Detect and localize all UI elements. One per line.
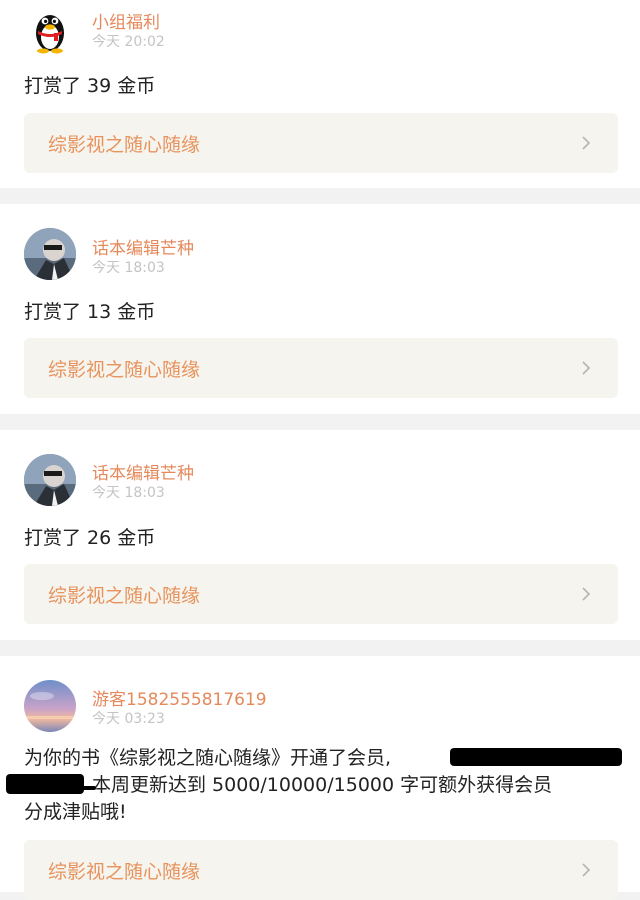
redaction-mark: [70, 786, 96, 790]
author-name[interactable]: 话本编辑芒种: [92, 234, 194, 259]
message-text: 打赏了 39 金币: [24, 75, 156, 97]
timestamp: 今天 03:23: [92, 711, 165, 727]
timestamp: 今天 18:03: [92, 485, 165, 501]
sunset-sky-avatar: [24, 680, 76, 732]
redaction-mark: [450, 748, 622, 766]
book-link[interactable]: 综影视之随心随缘: [24, 338, 618, 398]
feed-item: 游客1582555817619 今天 03:23 为你的书《综影视之随心随缘》开…: [0, 656, 640, 900]
redaction-mark: [6, 774, 84, 794]
avatar[interactable]: [24, 228, 76, 280]
avatar[interactable]: [24, 680, 76, 732]
book-link[interactable]: 综影视之随心随缘: [24, 564, 618, 624]
chevron-right-icon: [582, 361, 591, 375]
timestamp: 今天 20:02: [92, 34, 165, 50]
qq-penguin-icon: [36, 15, 64, 54]
avatar[interactable]: [24, 3, 76, 55]
message-text: 打赏了 13 金币: [24, 301, 156, 323]
user-photo-avatar: [24, 454, 76, 506]
chevron-right-icon: [582, 587, 591, 601]
book-link[interactable]: 综影视之随心随缘: [24, 840, 618, 900]
message-text: 打赏了 26 金币: [24, 527, 156, 549]
timestamp: 今天 18:03: [92, 260, 165, 276]
feed-item: 话本编辑芒种 今天 18:03 打赏了 26 金币 综影视之随心随缘: [0, 430, 640, 640]
book-title: 综影视之随心随缘: [48, 861, 201, 883]
book-title: 综影视之随心随缘: [48, 359, 201, 381]
avatar[interactable]: [24, 454, 76, 506]
feed-item: 小组福利 今天 20:02 打赏了 39 金币 综影视之随心随缘: [0, 0, 640, 188]
book-title: 综影视之随心随缘: [48, 134, 201, 156]
book-link[interactable]: 综影视之随心随缘: [24, 113, 618, 173]
author-name[interactable]: 游客1582555817619: [92, 685, 267, 710]
book-title: 综影视之随心随缘: [48, 585, 201, 607]
author-name[interactable]: 小组福利: [92, 8, 160, 33]
feed-item: 话本编辑芒种 今天 18:03 打赏了 13 金币 综影视之随心随缘: [0, 204, 640, 414]
message-line: 分成津贴哦!: [24, 801, 127, 823]
user-photo-avatar: [24, 228, 76, 280]
chevron-right-icon: [582, 136, 591, 150]
message-line: 本周更新达到 5000/10000/15000 字可额外获得会员: [92, 774, 553, 796]
chevron-right-icon: [582, 863, 591, 877]
author-name[interactable]: 话本编辑芒种: [92, 459, 194, 484]
